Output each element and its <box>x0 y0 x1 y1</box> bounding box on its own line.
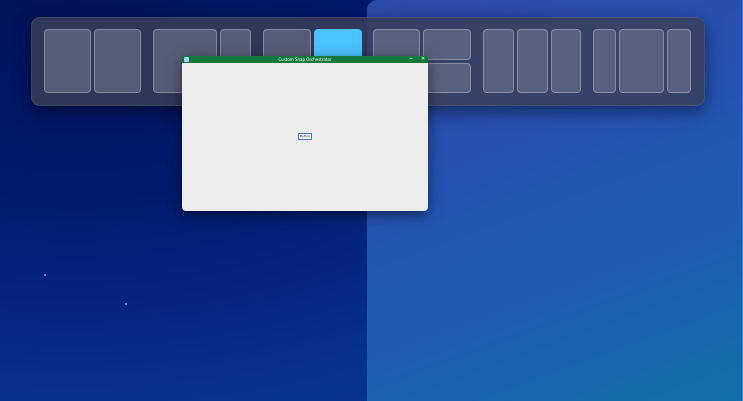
snap-zone[interactable] <box>593 29 616 93</box>
snap-zone[interactable] <box>667 29 691 93</box>
close-icon[interactable]: ✕ <box>418 56 428 63</box>
snap-zone[interactable] <box>483 29 514 93</box>
snap-zone[interactable] <box>619 29 664 93</box>
star <box>44 274 46 276</box>
snap-layout-narrow-wide-narrow <box>593 29 691 93</box>
main-button[interactable]: Button <box>298 133 312 140</box>
window-title: Custom Snap Orchestrator <box>278 57 332 62</box>
snap-zone[interactable] <box>94 29 141 93</box>
snap-zone[interactable] <box>517 29 548 93</box>
snap-zone[interactable] <box>44 29 91 93</box>
app-window: Custom Snap Orchestrator − ✕ Button <box>182 56 428 211</box>
snap-layout-three-equal <box>483 29 581 93</box>
minimize-icon[interactable]: − <box>406 56 416 63</box>
snap-zone[interactable] <box>423 63 471 93</box>
snap-zone[interactable] <box>551 29 581 93</box>
snap-zone[interactable] <box>423 29 471 60</box>
window-titlebar[interactable]: Custom Snap Orchestrator − ✕ <box>182 56 428 63</box>
star <box>125 303 127 305</box>
snap-layout-two-halves <box>44 29 142 93</box>
